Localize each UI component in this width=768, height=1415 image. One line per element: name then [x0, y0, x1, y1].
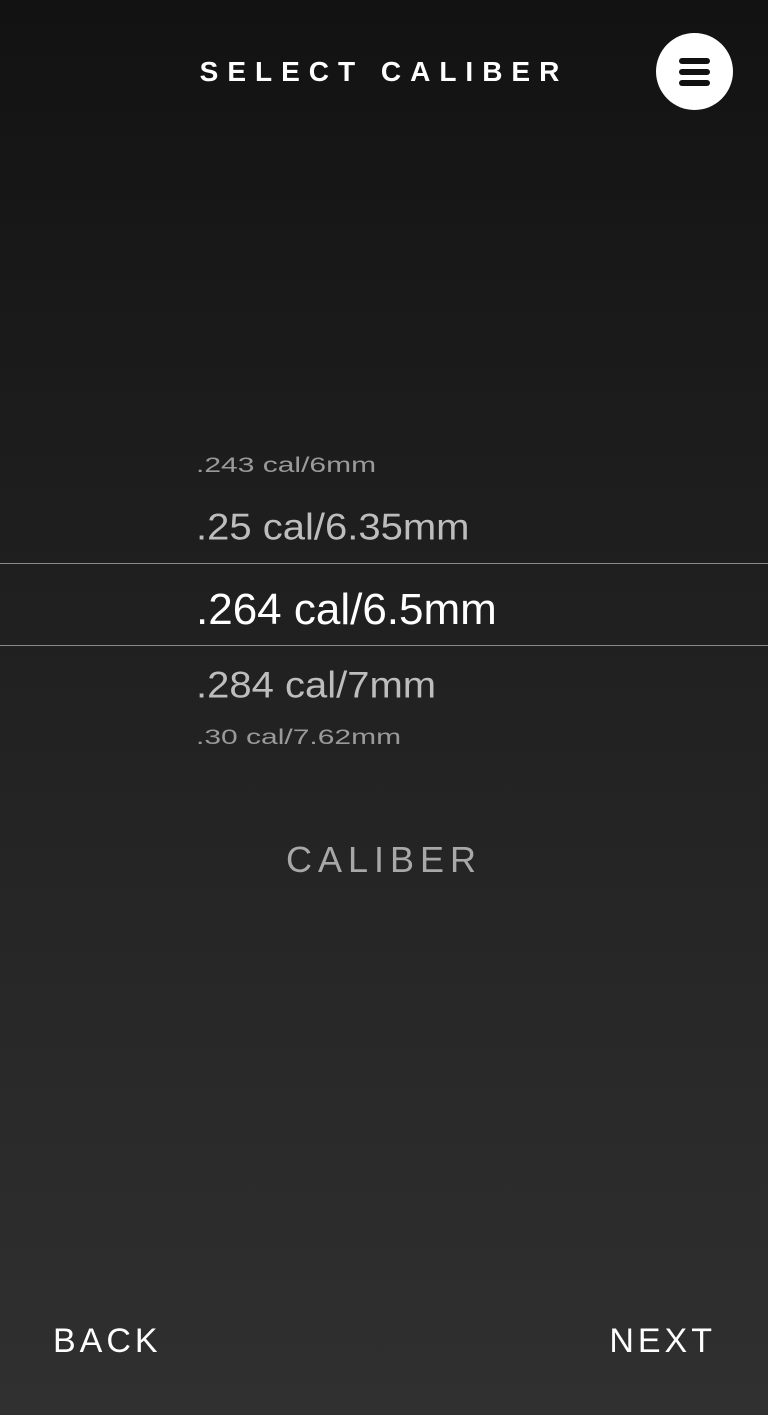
next-button[interactable]: NEXT — [609, 1322, 716, 1360]
picker-option[interactable]: .25 cal/6.35mm — [196, 506, 469, 549]
hamburger-menu-icon — [679, 58, 710, 64]
picker-option[interactable]: .284 cal/7mm — [196, 664, 436, 707]
menu-button[interactable] — [656, 33, 733, 110]
caliber-picker[interactable]: .243 cal/6mm .25 cal/6.35mm .264 cal/6.5… — [0, 440, 768, 770]
page-title: SELECT CALIBER — [199, 56, 569, 87]
back-button[interactable]: BACK — [53, 1322, 162, 1360]
selection-divider-top — [0, 563, 768, 564]
selection-divider-bottom — [0, 645, 768, 646]
picker-option[interactable]: .30 cal/7.62mm — [196, 726, 401, 750]
picker-label: CALIBER — [285, 839, 483, 880]
picker-option[interactable]: .243 cal/6mm — [196, 454, 376, 478]
picker-option-selected[interactable]: .264 cal/6.5mm — [196, 585, 497, 635]
